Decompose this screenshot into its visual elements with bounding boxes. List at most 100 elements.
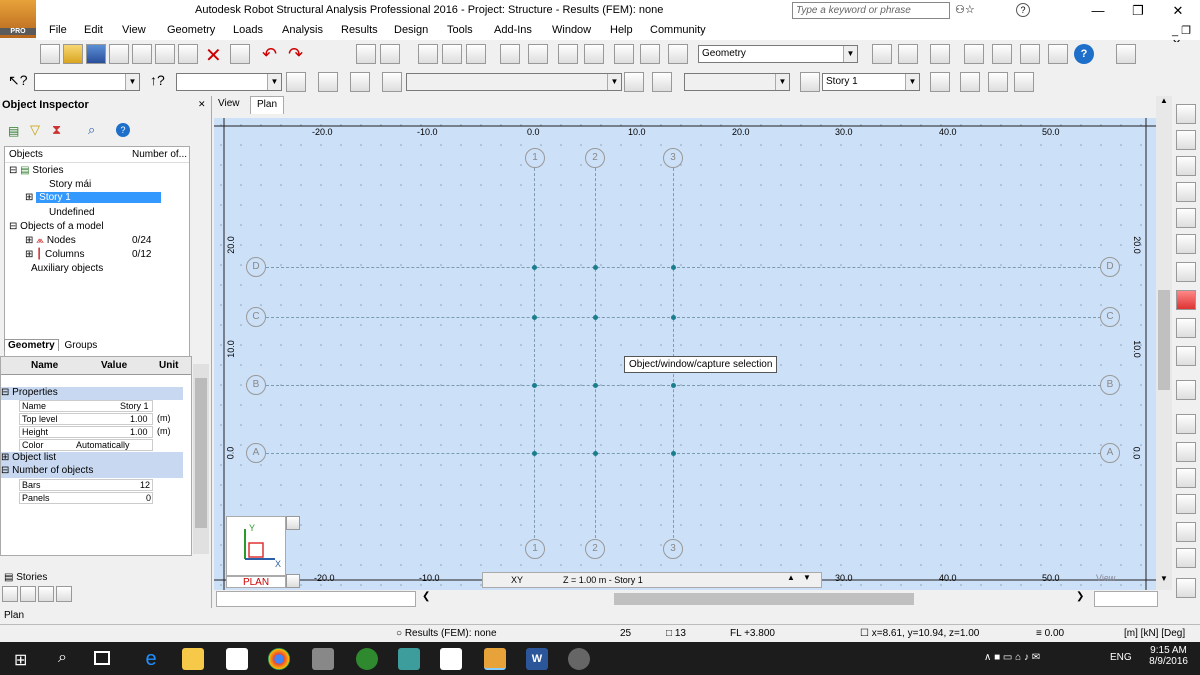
tab-geometry[interactable]: Geometry — [4, 339, 59, 351]
file-explorer-icon[interactable] — [182, 648, 204, 670]
status-units[interactable]: [m] [kN] [Deg] — [1124, 628, 1185, 639]
offset-tool-icon[interactable] — [1176, 380, 1196, 400]
stories-filter-icon[interactable]: ▤ — [8, 124, 19, 138]
node-tool-icon[interactable] — [1176, 104, 1196, 124]
layout-combo[interactable]: Geometry ▼ — [698, 45, 858, 63]
zoom-icon[interactable] — [442, 44, 462, 64]
tree-item-columns[interactable]: ⊞ ┃ Columns — [25, 249, 84, 260]
menu-design[interactable]: Design — [394, 24, 428, 36]
prop-top-level[interactable]: Top level 1.00 — [19, 413, 153, 425]
sections-icon[interactable] — [964, 44, 984, 64]
color-icon[interactable] — [20, 586, 36, 602]
tree-item-story-mai[interactable]: Story mái — [49, 179, 91, 190]
node[interactable] — [671, 265, 676, 270]
vehicle-icon[interactable] — [652, 72, 672, 92]
spreadsheet-tool-icon[interactable] — [1176, 548, 1196, 568]
snap-icon[interactable] — [872, 44, 892, 64]
query-icon[interactable] — [286, 72, 306, 92]
autocad-icon[interactable] — [398, 648, 420, 670]
screen-capture-icon[interactable] — [155, 44, 175, 64]
menu-help[interactable]: Help — [610, 24, 633, 36]
grid-bubble-2[interactable]: 2 — [585, 148, 605, 168]
notes-icon[interactable] — [1020, 44, 1040, 64]
node[interactable] — [532, 315, 537, 320]
node[interactable] — [593, 315, 598, 320]
properties-icon[interactable] — [230, 44, 250, 64]
wall-tool-icon[interactable] — [1176, 208, 1196, 228]
table-icon[interactable] — [38, 586, 54, 602]
menu-tools[interactable]: Tools — [447, 24, 473, 36]
story-up-icon[interactable] — [930, 72, 950, 92]
close-button[interactable]: ✕ — [1158, 0, 1198, 22]
design-icon[interactable] — [558, 44, 578, 64]
redo-icon[interactable]: ↷ — [288, 44, 303, 65]
units-icon[interactable] — [1116, 44, 1136, 64]
tab-stories[interactable]: ▤ Stories — [4, 572, 47, 583]
folder-icon[interactable] — [992, 44, 1012, 64]
horizontal-scroll-thumb[interactable] — [614, 593, 914, 605]
slab-tool-icon[interactable] — [1176, 234, 1196, 254]
binoculars-icon[interactable]: ⚇☆ — [955, 3, 975, 16]
menu-window[interactable]: Window — [552, 24, 591, 36]
grid-bubble-a-right[interactable]: A — [1100, 443, 1120, 463]
selection-cursor-icon[interactable]: ↖? — [8, 72, 28, 89]
node[interactable] — [593, 383, 598, 388]
node[interactable] — [671, 383, 676, 388]
menu-edit[interactable]: Edit — [84, 24, 103, 36]
camera-icon[interactable] — [178, 44, 198, 64]
menu-loads[interactable]: Loads — [233, 24, 263, 36]
app-logo[interactable]: PRO — [0, 0, 36, 38]
grid-bubble-d-right[interactable]: D — [1100, 257, 1120, 277]
load-tool-icon[interactable] — [1176, 468, 1196, 488]
chevron-down-icon[interactable]: ▼ — [775, 74, 789, 90]
grid-bubble-1-bottom[interactable]: 1 — [525, 539, 545, 559]
app-icon[interactable] — [356, 648, 378, 670]
chevron-down-icon[interactable]: ▼ — [607, 74, 621, 90]
load-case-icon[interactable] — [382, 72, 402, 92]
grid-bubble-3[interactable]: 3 — [663, 148, 683, 168]
scrollbar-thumb[interactable] — [195, 378, 207, 528]
section-tool-icon[interactable] — [1176, 290, 1196, 310]
load-combo[interactable]: ▼ — [406, 73, 622, 91]
gizmo-side-controls[interactable] — [286, 516, 300, 588]
story-combo[interactable]: Story 1 ▼ — [822, 73, 920, 91]
task-view-icon[interactable] — [94, 651, 110, 665]
scroll-down-icon[interactable]: ▼ — [1156, 574, 1172, 588]
node[interactable] — [532, 383, 537, 388]
windows-start-icon[interactable]: ⊞ — [14, 650, 27, 670]
story-table-icon[interactable] — [988, 72, 1008, 92]
grid-bubble-b-right[interactable]: B — [1100, 375, 1120, 395]
chevron-down-icon[interactable]: ▼ — [905, 74, 919, 90]
display-icon[interactable] — [318, 72, 338, 92]
menu-add-ins[interactable]: Add-Ins — [494, 24, 532, 36]
calculator-icon[interactable] — [1048, 44, 1068, 64]
structure-analysis-icon[interactable] — [528, 44, 548, 64]
print-preview-icon[interactable] — [132, 44, 152, 64]
node[interactable] — [671, 451, 676, 456]
print-icon[interactable] — [109, 44, 129, 64]
undo-icon[interactable]: ↶ — [262, 44, 277, 65]
tree-item-story-1[interactable]: ⊞ Story 1 — [25, 192, 189, 203]
close-icon[interactable]: ✕ — [198, 99, 206, 110]
tree-item-objects[interactable]: ⊟ Objects of a model — [9, 221, 104, 232]
structure-model-icon[interactable] — [380, 44, 400, 64]
frame-tool-icon[interactable] — [1176, 414, 1196, 434]
store-icon[interactable] — [226, 648, 248, 670]
robot-structural-icon[interactable] — [484, 648, 506, 670]
grid-bubble-b[interactable]: B — [246, 375, 266, 395]
tree-item-undefined[interactable]: Undefined — [49, 207, 95, 218]
bar-tool-icon[interactable] — [1176, 130, 1196, 150]
delete-icon[interactable]: ✕ — [205, 43, 222, 68]
menu-file[interactable]: File — [49, 24, 67, 36]
photos-icon[interactable] — [440, 648, 462, 670]
view-reset-icon[interactable] — [286, 574, 300, 588]
calculations-icon[interactable] — [500, 44, 520, 64]
help-icon[interactable]: ? — [1016, 3, 1030, 17]
group-properties[interactable]: ⊟ Properties — [1, 387, 183, 400]
save-icon[interactable] — [86, 44, 106, 64]
prop-name[interactable]: Name Story 1 — [19, 400, 153, 412]
moving-load-icon[interactable] — [624, 72, 644, 92]
view-vertical-scrollbar[interactable]: ▲ ▼ — [1156, 96, 1172, 590]
solid-tool-icon[interactable] — [1176, 262, 1196, 282]
status-icons[interactable] — [4, 626, 114, 642]
